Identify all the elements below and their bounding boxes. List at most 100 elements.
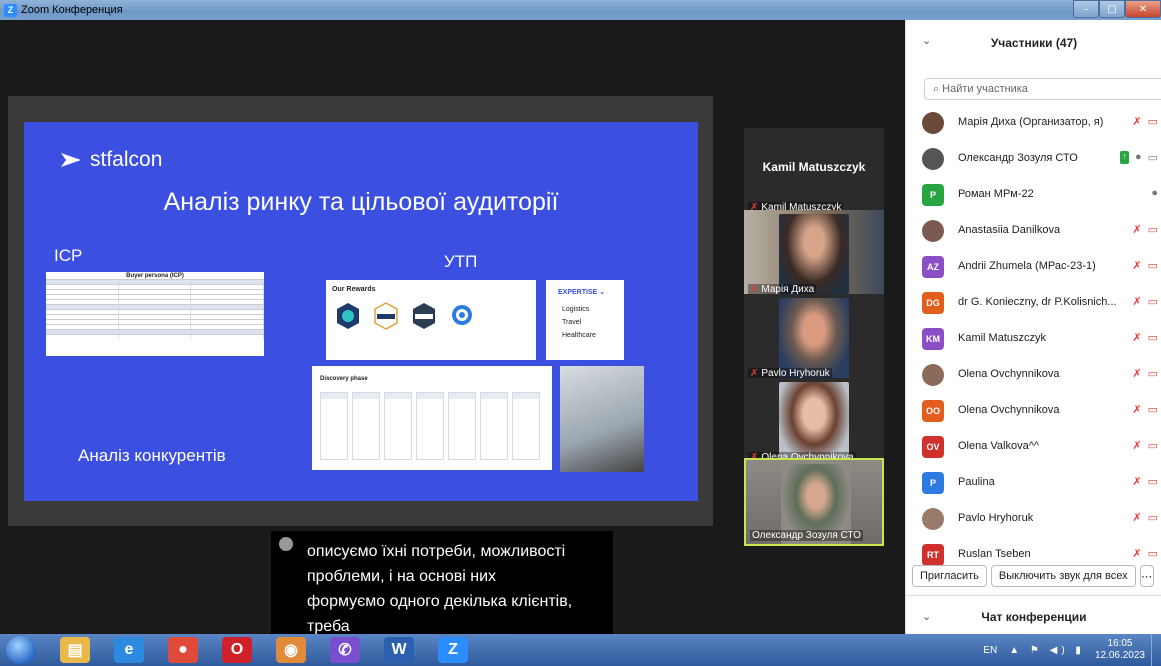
screen-share-icon[interactable]: ↑ xyxy=(1120,151,1129,164)
participant-row[interactable]: Anastasiia Danilkova ✗ ▭ xyxy=(906,216,1161,246)
participant-row[interactable]: AZ Andrii Zhumela (МРас-23-1) ✗ ▭ xyxy=(906,252,1161,282)
explorer-taskbar-icon[interactable]: ▤ xyxy=(60,637,90,663)
buyer-persona-table: Buyer persona (ICP) xyxy=(46,272,265,356)
video-tile[interactable]: ✗ Pavlo Hryhoruk xyxy=(744,294,884,382)
video-tile[interactable]: ✗ Марія Диха xyxy=(744,210,884,298)
participant-row[interactable]: OO Olena Ovchynnikova ✗ ▭ xyxy=(906,396,1161,426)
participant-row[interactable]: P Paulina ✗ ▭ xyxy=(906,468,1161,498)
participant-status-icons: ✗ ▭ xyxy=(1132,439,1158,452)
camera-off-icon[interactable]: ▭ xyxy=(1148,439,1158,452)
spotlight-name: Kamil Matuszczyk xyxy=(762,160,866,174)
start-button[interactable] xyxy=(6,636,36,664)
mic-muted-icon[interactable]: ✗ xyxy=(1132,547,1141,560)
participant-video xyxy=(779,214,849,294)
award-badge-icon xyxy=(337,303,359,329)
invite-button[interactable]: Пригласить xyxy=(912,565,987,587)
caption-line: проблеми, і на основі них xyxy=(307,568,497,585)
table-row xyxy=(46,299,265,304)
participant-row[interactable]: Olena Ovchynnikova ✗ ▭ xyxy=(906,360,1161,390)
mic-muted-icon[interactable]: ✗ xyxy=(1132,223,1141,236)
caption-line: формуємо одного декілька клієнтів, xyxy=(307,593,573,610)
participant-name: Andrii Zhumela (МРас-23-1) xyxy=(958,260,1096,272)
show-desktop-button[interactable] xyxy=(1151,634,1161,666)
word-taskbar-icon[interactable]: W xyxy=(384,637,414,663)
camera-off-icon[interactable]: ▭ xyxy=(1148,547,1158,560)
minimize-button[interactable]: – xyxy=(1073,0,1099,18)
participant-row[interactable]: Олександр Зозуля СТО ↑ ● ▭ xyxy=(906,144,1161,174)
camera-off-icon[interactable]: ▭ xyxy=(1148,115,1158,128)
tile-name-label: Олександр Зозуля СТО xyxy=(750,530,863,541)
icp-label: ICP xyxy=(54,246,83,265)
rewards-title: Our Rewards xyxy=(332,286,376,293)
zoom-app-icon: Z xyxy=(4,3,17,17)
camera-off-icon[interactable]: ▭ xyxy=(1148,295,1158,308)
mic-muted-icon[interactable]: ✗ xyxy=(1132,115,1141,128)
camera-off-icon[interactable]: ▭ xyxy=(1148,331,1158,344)
mic-muted-icon[interactable]: ✗ xyxy=(1132,295,1141,308)
caption-text: описуємо їхні потреби, можливості пробле… xyxy=(307,539,607,639)
app-taskbar-icon[interactable]: ◉ xyxy=(276,637,306,663)
participant-row[interactable]: KM Kamil Matuszczyk ✗ ▭ xyxy=(906,324,1161,354)
video-tile[interactable]: ✗Olena Ovchynnikova xyxy=(744,378,884,466)
expertise-item: Logistics xyxy=(562,306,590,313)
participant-name: Anastasiia Danilkova xyxy=(958,224,1061,236)
zoom-taskbar-icon[interactable]: Z xyxy=(438,637,468,663)
table-row xyxy=(46,279,265,284)
participant-row[interactable]: P Роман МРм-22 ● xyxy=(906,180,1161,210)
camera-off-icon[interactable]: ▭ xyxy=(1148,403,1158,416)
camera-off-icon[interactable]: ▭ xyxy=(1148,259,1158,272)
system-clock[interactable]: 16:05 12.06.2023 xyxy=(1095,638,1145,662)
avatar: OO xyxy=(922,400,944,422)
avatar xyxy=(922,148,944,170)
discovery-title: Discovery phase xyxy=(320,376,368,382)
close-button[interactable]: ✕ xyxy=(1125,0,1161,18)
participant-name: dr G. Konieczny, dr P.Kolisnich... xyxy=(958,296,1116,308)
participant-name: Olena Ovchynnikova xyxy=(958,368,1060,380)
more-options-button[interactable]: ⋯ xyxy=(1139,565,1154,587)
participant-row[interactable]: Pavlo Hryhoruk ✗ ▭ xyxy=(906,504,1161,534)
participant-status-icons: ✗ ▭ xyxy=(1132,475,1158,488)
maximize-button[interactable]: □ xyxy=(1099,0,1125,18)
mic-icon[interactable]: ● xyxy=(1135,151,1142,164)
award-badge-icon xyxy=(413,303,435,329)
tray-icons[interactable]: ▲ ⚑ ◀) ▮ xyxy=(1009,645,1085,656)
mic-muted-icon[interactable]: ✗ xyxy=(1132,439,1141,452)
participant-search-input[interactable]: ⌕ Найти участника xyxy=(924,78,1161,100)
mic-muted-icon[interactable]: ✗ xyxy=(1132,511,1141,524)
mic-icon[interactable]: ● xyxy=(1151,187,1158,199)
chrome-taskbar-icon[interactable]: ● xyxy=(168,637,198,663)
discovery-column xyxy=(480,392,508,460)
workspace-photo xyxy=(560,366,644,472)
video-tile-active-speaker[interactable]: Олександр Зозуля СТО xyxy=(744,458,884,546)
slide-heading: Аналіз ринку та цільової аудиторії xyxy=(163,188,559,216)
language-indicator[interactable]: EN xyxy=(983,645,997,656)
search-icon: ⌕ xyxy=(933,82,940,95)
opera-taskbar-icon[interactable]: O xyxy=(222,637,252,663)
divider xyxy=(906,595,1161,596)
camera-off-icon[interactable]: ▭ xyxy=(1148,511,1158,524)
mic-muted-icon[interactable]: ✗ xyxy=(1132,403,1141,416)
utp-label: УТП xyxy=(444,252,478,271)
discovery-column xyxy=(352,392,380,460)
camera-off-icon[interactable]: ▭ xyxy=(1148,475,1158,488)
mic-muted-icon[interactable]: ✗ xyxy=(1132,259,1141,272)
award-badge-icon xyxy=(374,302,398,330)
camera-off-icon[interactable]: ▭ xyxy=(1148,223,1158,236)
expertise-title: EXPERTISE ⌄ xyxy=(558,289,606,296)
ie-taskbar-icon[interactable]: e xyxy=(114,637,144,663)
camera-icon[interactable]: ▭ xyxy=(1148,151,1158,164)
participant-name: Paulina xyxy=(958,476,995,488)
mic-muted-icon[interactable]: ✗ xyxy=(1132,475,1141,488)
participant-row[interactable]: Марія Диха (Организатор, я) ✗ ▭ xyxy=(906,108,1161,138)
participant-row[interactable]: DG dr G. Konieczny, dr P.Kolisnich... ✗ ▭ xyxy=(906,288,1161,318)
participant-name: Марія Диха (Организатор, я) xyxy=(958,116,1104,128)
participant-row[interactable]: OV Olena Valkova^^ ✗ ▭ xyxy=(906,432,1161,462)
camera-off-icon[interactable]: ▭ xyxy=(1148,367,1158,380)
video-tile[interactable]: Kamil Matuszczyk ✗ Kamil Matuszczyk xyxy=(744,128,884,216)
mic-muted-icon[interactable]: ✗ xyxy=(1132,367,1141,380)
mute-all-button[interactable]: Выключить звук для всех xyxy=(990,565,1136,587)
mic-muted-icon[interactable]: ✗ xyxy=(1132,331,1141,344)
system-tray: EN ▲ ⚑ ◀) ▮ 16:05 12.06.2023 xyxy=(983,634,1161,666)
participant-actions: Пригласить Выключить звук для всех ⋯ xyxy=(912,565,1154,587)
viber-taskbar-icon[interactable]: ✆ xyxy=(330,637,360,663)
